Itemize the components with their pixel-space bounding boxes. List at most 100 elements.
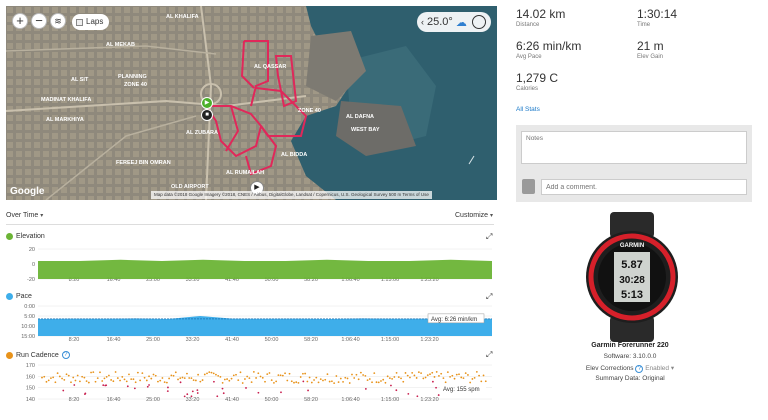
stat-calories: 1,279 C Calories bbox=[516, 71, 558, 92]
cadence-point bbox=[440, 372, 443, 375]
stat-value: 14.02 km bbox=[516, 7, 566, 21]
cadence-point bbox=[54, 381, 57, 384]
cadence-point bbox=[273, 381, 275, 384]
avatar bbox=[522, 179, 535, 194]
cadence-point bbox=[174, 371, 177, 374]
cadence-point bbox=[464, 372, 467, 375]
layers-icon[interactable]: ≋ bbox=[50, 13, 66, 29]
cadence-point bbox=[250, 381, 253, 384]
cadence-point bbox=[208, 371, 211, 374]
cadence-point-low bbox=[148, 384, 150, 386]
summary-data: Summary Data: Original bbox=[595, 375, 665, 382]
watch-brand: GARMIN bbox=[620, 243, 644, 249]
cadence-point bbox=[217, 374, 220, 377]
map-attribution[interactable]: Map data ©2018 Google Imagery ©2018, CNE… bbox=[151, 191, 432, 199]
cadence-point bbox=[255, 377, 257, 379]
cadence-point-low bbox=[84, 392, 87, 395]
cadence-point bbox=[288, 372, 291, 375]
cadence-point bbox=[70, 381, 72, 384]
weather-badge[interactable]: ‹ 25.0° ☁ bbox=[417, 12, 491, 32]
cadence-point bbox=[261, 376, 264, 379]
cadence-point bbox=[364, 374, 367, 377]
stat-label: Calories bbox=[516, 86, 539, 92]
cadence-point bbox=[81, 375, 84, 378]
cadence-point bbox=[286, 379, 289, 382]
svg-text:AL MEKAB: AL MEKAB bbox=[106, 42, 135, 48]
comment-input[interactable] bbox=[541, 179, 747, 195]
cadence-point bbox=[264, 380, 266, 383]
zoom-in-button[interactable]: + bbox=[12, 13, 28, 29]
end-marker-icon[interactable]: ■ bbox=[201, 109, 213, 121]
cadence-point bbox=[134, 381, 137, 384]
x-tick-label: 25:00 bbox=[146, 337, 160, 343]
info-icon[interactable]: ? bbox=[61, 351, 70, 359]
cadence-point bbox=[417, 371, 420, 374]
y-tick-label: 0:00 bbox=[24, 304, 35, 310]
chevron-down-icon: ▾ bbox=[490, 213, 494, 219]
x-tick-label: 41:40 bbox=[225, 397, 239, 403]
cadence-point bbox=[467, 374, 469, 376]
cadence-point bbox=[388, 377, 391, 380]
cadence-point bbox=[348, 382, 351, 384]
cadence-point-low bbox=[435, 386, 437, 389]
cadence-point bbox=[230, 377, 233, 380]
cadence-point bbox=[67, 374, 70, 377]
cadence-point-low bbox=[390, 384, 392, 387]
laps-toggle[interactable]: Laps bbox=[72, 14, 110, 30]
cadence-point bbox=[206, 372, 208, 375]
cadence-point bbox=[357, 378, 360, 381]
cadence-point bbox=[58, 375, 61, 378]
cadence-point bbox=[413, 374, 416, 377]
cadence-point bbox=[241, 382, 244, 384]
start-marker-icon[interactable]: ▶ bbox=[201, 97, 213, 109]
laps-checkbox[interactable] bbox=[76, 18, 83, 26]
svg-text:AL ZUBARA: AL ZUBARA bbox=[186, 130, 218, 136]
chevron-down-icon: ▾ bbox=[40, 213, 44, 219]
y-tick-label: 150 bbox=[26, 386, 35, 392]
x-tick-label: 1:06:40 bbox=[341, 397, 359, 403]
customize-dropdown[interactable]: Customize ▾ bbox=[455, 212, 493, 219]
pace-chart[interactable]: 0:00 5:00 10:00 15:00 8:20 16:40 25:00 33:20 41:… bbox=[0, 301, 500, 345]
cadence-chart[interactable]: 170 160 150 140 8:20 16:40 25:00 33:20 41:40 50:0… bbox=[0, 359, 500, 405]
x-tick-label: 8:20 bbox=[69, 337, 80, 343]
cadence-point bbox=[380, 380, 382, 382]
route-map[interactable]: AL KHALIFA AL MEKAB AL QASSAR ZONE 40 AL… bbox=[6, 6, 497, 200]
cadence-point bbox=[45, 380, 48, 383]
cadence-point bbox=[435, 371, 438, 373]
cadence-point-low bbox=[431, 380, 434, 383]
elev-corrections-dropdown[interactable]: Enabled ▾ bbox=[645, 365, 674, 372]
cadence-point-low bbox=[102, 384, 105, 387]
cadence-point-low bbox=[183, 395, 186, 398]
notes-field[interactable] bbox=[521, 131, 747, 164]
elevation-chart[interactable]: 200-20 8:20 16:40 25:00 33:20 41:40 50:00 58:20… bbox=[0, 241, 500, 285]
over-time-dropdown[interactable]: Over Time ▾ bbox=[6, 212, 43, 219]
cadence-point bbox=[41, 376, 43, 379]
cadence-point-low bbox=[146, 385, 149, 388]
cadence-point bbox=[420, 372, 422, 374]
all-stats-link[interactable]: All Stats bbox=[516, 106, 540, 113]
cadence-point bbox=[197, 373, 200, 376]
cadence-point bbox=[221, 381, 224, 384]
info-icon[interactable]: ? bbox=[635, 365, 644, 373]
cadence-point bbox=[239, 371, 242, 374]
device-name: Garmin Forerunner 220 bbox=[591, 342, 669, 349]
cadence-point bbox=[244, 378, 246, 380]
cadence-point bbox=[228, 379, 231, 382]
cadence-point bbox=[161, 377, 164, 379]
cadence-point bbox=[317, 381, 320, 384]
cadence-point bbox=[203, 373, 206, 376]
cadence-point bbox=[384, 381, 387, 384]
cadence-point bbox=[404, 372, 407, 374]
cadence-point bbox=[344, 376, 347, 379]
cadence-point bbox=[210, 371, 213, 374]
svg-text:AL KHALIFA: AL KHALIFA bbox=[166, 14, 199, 20]
zoom-out-button[interactable]: − bbox=[31, 13, 47, 29]
cadence-point-low bbox=[307, 389, 309, 392]
cadence-point bbox=[56, 372, 59, 375]
over-time-label: Over Time bbox=[6, 212, 39, 219]
cadence-point bbox=[136, 371, 139, 374]
chevron-left-icon: ‹ bbox=[421, 17, 424, 27]
device-image: GARMIN 5.87 30:28 5:13 bbox=[586, 212, 678, 342]
cadence-point bbox=[429, 373, 431, 376]
cadence-point-low bbox=[416, 395, 419, 398]
